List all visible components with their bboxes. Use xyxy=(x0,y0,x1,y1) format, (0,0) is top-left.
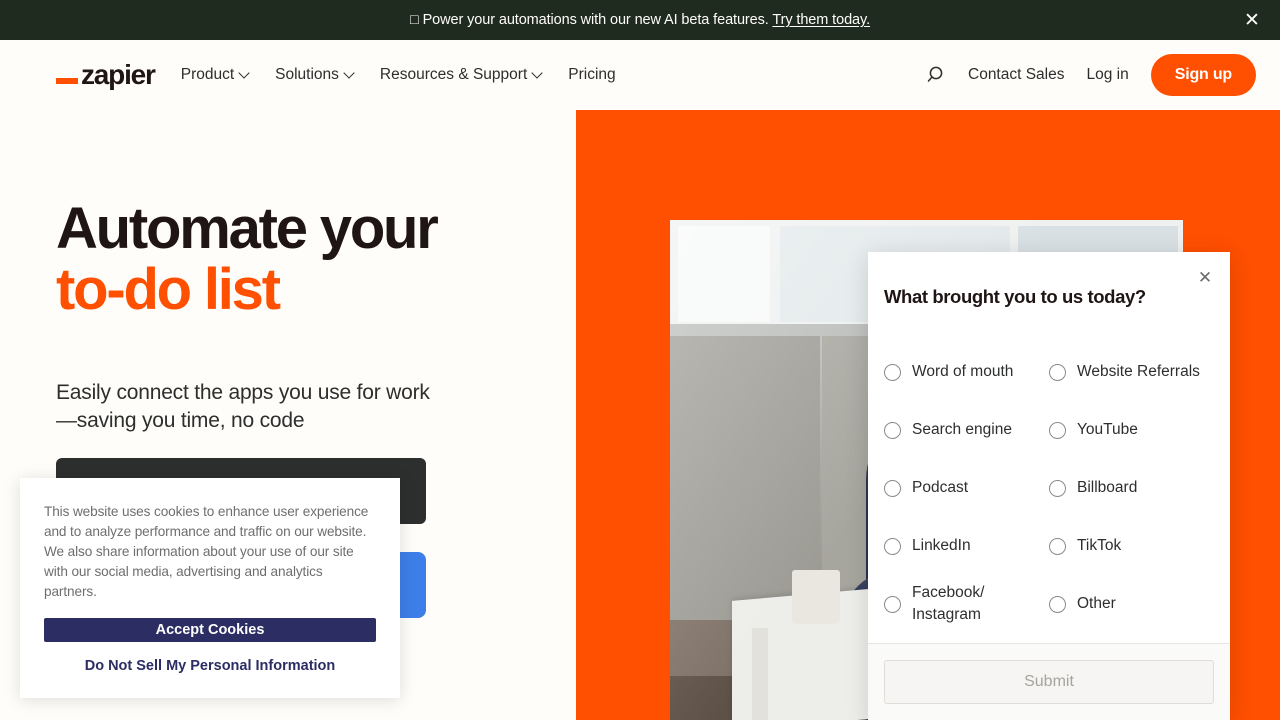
cookie-consent-dialog: This website uses cookies to enhance use… xyxy=(20,478,400,698)
radio-icon[interactable] xyxy=(1049,479,1066,497)
do-not-sell-link[interactable]: Do Not Sell My Personal Information xyxy=(44,658,376,674)
nav-label: Solutions xyxy=(275,66,339,83)
survey-modal: ✕ What brought you to us today? Word of … xyxy=(868,252,1230,720)
hero-heading-line1: Automate your xyxy=(56,196,439,261)
chevron-down-icon xyxy=(240,69,249,78)
nav-label: Resources & Support xyxy=(379,66,528,83)
submit-button[interactable]: Submit xyxy=(884,660,1214,704)
radio-icon[interactable] xyxy=(884,537,901,555)
site-header: zapier Product Solutions Resources & Sup… xyxy=(0,40,1280,110)
logo-underscore-icon xyxy=(56,78,78,85)
survey-option-podcast[interactable]: Podcast xyxy=(884,466,1049,510)
logo-wordmark: zapier xyxy=(81,58,156,90)
survey-option-label: TikTok xyxy=(1077,536,1122,554)
survey-question: What brought you to us today? xyxy=(884,286,1146,307)
radio-icon[interactable] xyxy=(1049,363,1066,381)
hero-subtext: Easily connect the apps you use for work… xyxy=(56,380,430,433)
radio-icon[interactable] xyxy=(1049,537,1066,555)
survey-option-facebook-instagram[interactable]: Facebook/ Instagram xyxy=(884,582,1049,627)
survey-option-label: Billboard xyxy=(1077,478,1138,496)
radio-icon[interactable] xyxy=(1049,595,1066,613)
survey-option-billboard[interactable]: Billboard xyxy=(1049,466,1214,510)
survey-option-label: LinkedIn xyxy=(912,536,971,554)
nav-item-pricing[interactable]: Pricing xyxy=(568,66,615,84)
page-title: Automate your to-do list xyxy=(56,198,520,321)
nav-label: Product xyxy=(180,66,235,83)
close-icon[interactable]: ✕ xyxy=(1192,264,1218,290)
survey-option-label: Website Referrals xyxy=(1077,362,1200,380)
primary-nav: Product Solutions Resources & Support Pr… xyxy=(181,66,616,84)
close-icon[interactable]: ✕ xyxy=(1238,6,1266,34)
survey-option-label: Facebook/ Instagram xyxy=(912,584,985,624)
accept-cookies-button[interactable]: Accept Cookies xyxy=(44,617,376,642)
survey-modal-body: What brought you to us today? Word of mo… xyxy=(868,252,1230,643)
radio-icon[interactable] xyxy=(884,595,901,613)
contact-sales-link[interactable]: Contact Sales xyxy=(968,66,1065,84)
survey-option-word-of-mouth[interactable]: Word of mouth xyxy=(884,350,1049,394)
survey-option-linkedin[interactable]: LinkedIn xyxy=(884,524,1049,568)
log-in-link[interactable]: Log in xyxy=(1087,66,1129,84)
radio-icon[interactable] xyxy=(884,421,901,439)
nav-item-solutions[interactable]: Solutions xyxy=(275,66,354,84)
zapier-logo[interactable]: zapier xyxy=(56,58,156,90)
search-icon[interactable] xyxy=(924,64,946,86)
survey-option-youtube[interactable]: YouTube xyxy=(1049,408,1214,452)
survey-option-label: Podcast xyxy=(912,478,969,496)
survey-option-search-engine[interactable]: Search engine xyxy=(884,408,1049,452)
cookie-consent-text: This website uses cookies to enhance use… xyxy=(44,504,369,600)
survey-option-other[interactable]: Other xyxy=(1049,582,1214,627)
survey-options: Word of mouth Website Referrals Search e… xyxy=(884,350,1214,627)
header-actions: Contact Sales Log in Sign up xyxy=(924,54,1256,96)
sign-up-button[interactable]: Sign up xyxy=(1150,54,1256,96)
nav-item-resources-support[interactable]: Resources & Support xyxy=(380,66,542,84)
nav-item-product[interactable]: Product xyxy=(181,66,249,84)
chevron-down-icon xyxy=(533,69,542,78)
survey-option-tiktok[interactable]: TikTok xyxy=(1049,524,1214,568)
nav-label: Pricing xyxy=(568,66,616,83)
radio-icon[interactable] xyxy=(884,479,901,497)
survey-option-label: Word of mouth xyxy=(912,362,1014,380)
radio-icon[interactable] xyxy=(884,363,901,381)
chevron-down-icon xyxy=(345,69,354,78)
survey-option-label: Other xyxy=(1077,595,1116,613)
survey-option-label: Search engine xyxy=(912,420,1012,438)
hero-heading-line2: to-do list xyxy=(56,257,281,323)
announcement-banner: □ Power your automations with our new AI… xyxy=(0,0,1280,40)
survey-option-website-referrals[interactable]: Website Referrals xyxy=(1049,350,1214,394)
survey-modal-footer: Submit xyxy=(868,643,1230,720)
announcement-sparkle-icon: □ xyxy=(409,12,419,28)
announcement-message: Power your automations with our new AI b… xyxy=(422,12,769,28)
announcement-cta-link[interactable]: Try them today. xyxy=(772,12,870,28)
survey-option-label: YouTube xyxy=(1077,420,1138,438)
announcement-text: □ Power your automations with our new AI… xyxy=(410,12,870,28)
radio-icon[interactable] xyxy=(1049,421,1066,439)
